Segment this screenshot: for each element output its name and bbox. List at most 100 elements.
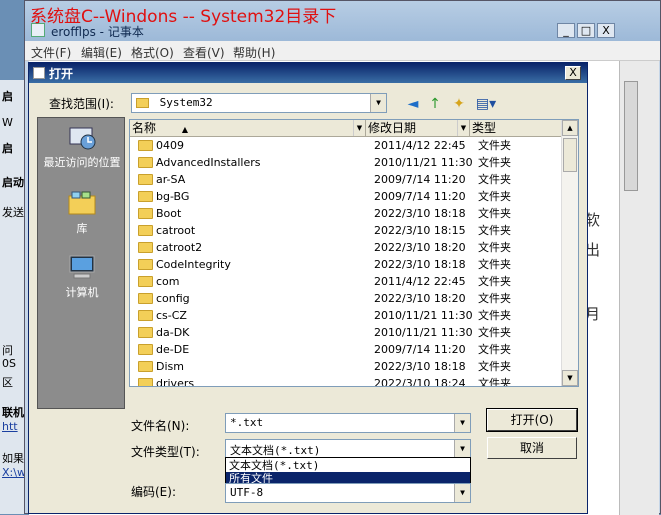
cancel-button[interactable]: 取消 [487,437,577,459]
open-button[interactable]: 打开(O) [486,408,578,432]
column-name-label: 名称 [132,121,157,135]
menu-view[interactable]: 查看(V) [183,44,225,61]
look-in-label: 查找范围(I): [49,97,114,111]
new-folder-button[interactable]: ✦ [449,95,469,113]
encoding-select[interactable]: UTF-8 ▼ [225,483,471,503]
filetype-select[interactable]: 文本文档(*.txt) ▼ [225,439,471,459]
file-type: 文件夹 [478,309,511,322]
file-name: ar-SA [156,173,186,186]
back-button[interactable]: ◄ [403,95,423,113]
folder-icon [138,378,153,386]
encoding-label: 编码(E): [131,485,176,499]
file-row[interactable]: Dism 2022/3/10 18:18 文件夹 [130,358,562,375]
background-fragment: 问 [2,344,13,357]
file-name: de-DE [156,343,190,356]
file-date: 2011/4/12 22:45 [374,139,466,152]
notepad-scroll-thumb[interactable] [624,81,638,191]
folder-icon [138,361,153,372]
file-row[interactable]: com 2011/4/12 22:45 文件夹 [130,273,562,290]
recent-places-icon [69,127,96,150]
dialog-title-bar[interactable]: 打开 X [29,63,587,83]
dialog-close-button[interactable]: X [565,66,581,80]
file-row[interactable]: cs-CZ 2010/11/21 11:30 文件夹 [130,307,562,324]
menu-edit[interactable]: 编辑(E) [81,44,122,61]
menu-file[interactable]: 文件(F) [31,44,71,61]
scroll-up-icon[interactable]: ▲ [562,120,578,136]
views-menu-button[interactable]: ▤▾ [473,95,499,113]
filename-input[interactable]: *.txt ▼ [225,413,471,433]
place-recent[interactable]: 最近访问的位置 [38,124,126,170]
background-fragment: 0S [2,357,16,370]
file-row[interactable]: AdvancedInstallers 2010/11/21 11:30 文件夹 [130,154,562,171]
file-row[interactable]: config 2022/3/10 18:20 文件夹 [130,290,562,307]
folder-icon [136,98,149,108]
menu-format[interactable]: 格式(O) [131,44,174,61]
column-date-header[interactable]: 修改日期 ▼ [366,120,470,137]
file-name: CodeIntegrity [156,258,231,271]
chevron-down-icon[interactable]: ▼ [454,440,470,458]
place-libraries[interactable]: 库 [38,190,126,236]
file-date: 2022/3/10 18:18 [374,207,466,220]
notepad-scrollbar[interactable] [619,61,659,515]
close-button[interactable]: X [597,23,615,38]
menu-help[interactable]: 帮助(H) [233,44,275,61]
chevron-down-icon[interactable]: ▼ [454,484,470,502]
look-in-value: System32 [159,96,213,109]
column-date-label: 修改日期 [368,121,417,135]
file-list-scrollbar[interactable]: ▲ ▼ [561,120,578,386]
background-fragment: 启动 [2,176,24,189]
up-folder-button[interactable]: ↑ [425,95,445,113]
file-row[interactable]: de-DE 2009/7/14 11:20 文件夹 [130,341,562,358]
file-row[interactable]: CodeIntegrity 2022/3/10 18:18 文件夹 [130,256,562,273]
background-fragment: 发送 [2,206,24,219]
file-date: 2009/7/14 11:20 [374,190,466,203]
folder-icon [138,310,153,321]
file-type: 文件夹 [478,343,511,356]
file-list-scroll-thumb[interactable] [563,138,577,172]
background-fragment: 联机 [2,406,24,419]
file-date: 2022/3/10 18:20 [374,292,466,305]
file-row[interactable]: catroot2 2022/3/10 18:20 文件夹 [130,239,562,256]
chevron-down-icon[interactable]: ▼ [370,94,386,112]
file-name: catroot2 [156,241,203,254]
encoding-value: UTF-8 [230,486,264,499]
folder-icon [138,208,153,219]
file-date: 2011/4/12 22:45 [374,275,466,288]
file-row[interactable]: catroot 2022/3/10 18:15 文件夹 [130,222,562,239]
folder-icon [138,259,153,270]
place-recent-label: 最近访问的位置 [43,156,121,169]
file-row[interactable]: ar-SA 2009/7/14 11:20 文件夹 [130,171,562,188]
look-in-combo[interactable]: System32 ▼ [131,93,387,113]
maximize-button[interactable]: □ [577,23,595,38]
file-date: 2009/7/14 11:20 [374,173,466,186]
chevron-down-icon[interactable]: ▼ [454,414,470,432]
file-list[interactable]: 名称 ▲ ▼ 修改日期 ▼ 类型 0409 2011/4/12 22:45 文件夹 A… [129,119,579,387]
background-fragment: 启 [2,90,13,103]
filetype-option-text[interactable]: 文本文档(*.txt) [226,459,470,472]
file-date: 2010/11/21 11:30 [374,326,473,339]
column-type-header[interactable]: 类型 [470,120,562,137]
computer-icon [69,255,95,279]
file-type: 文件夹 [478,241,511,254]
folder-icon [138,293,153,304]
chevron-down-icon[interactable]: ▼ [353,120,365,136]
file-date: 2022/3/10 18:20 [374,241,466,254]
file-date: 2010/11/21 11:30 [374,309,473,322]
file-date: 2010/11/21 11:30 [374,156,473,169]
file-name: drivers [156,377,195,387]
file-type: 文件夹 [478,156,511,169]
scroll-down-icon[interactable]: ▼ [562,370,578,386]
file-row[interactable]: drivers 2022/3/10 18:24 文件夹 [130,375,562,387]
minimize-button[interactable]: _ [557,23,575,38]
file-row[interactable]: da-DK 2010/11/21 11:30 文件夹 [130,324,562,341]
file-list-header: 名称 ▲ ▼ 修改日期 ▼ 类型 [130,120,562,137]
filetype-label: 文件类型(T): [131,445,200,459]
column-name-header[interactable]: 名称 ▲ ▼ [130,120,366,137]
chevron-down-icon[interactable]: ▼ [457,120,469,136]
file-row[interactable]: 0409 2011/4/12 22:45 文件夹 [130,137,562,154]
place-computer[interactable]: 计算机 [38,254,126,300]
file-name: Boot [156,207,182,220]
file-row[interactable]: Boot 2022/3/10 18:18 文件夹 [130,205,562,222]
file-type: 文件夹 [478,275,511,288]
file-row[interactable]: bg-BG 2009/7/14 11:20 文件夹 [130,188,562,205]
